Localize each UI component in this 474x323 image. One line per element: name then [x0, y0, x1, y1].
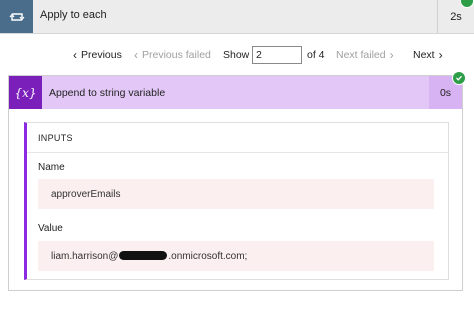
value-prefix-text: liam.harrison@	[51, 251, 119, 262]
show-label: Show	[223, 49, 250, 61]
iteration-number-input[interactable]	[252, 46, 302, 64]
previous-failed-label: Previous failed	[142, 49, 211, 61]
apply-to-each-title: Apply to each	[40, 9, 107, 21]
success-check-icon	[452, 71, 466, 85]
value-field-value: liam.harrison@ .onmicrosoft.com;	[38, 241, 434, 271]
iteration-pager: ‹ Previous ‹ Previous failed Show of 4 N…	[0, 45, 474, 67]
next-label: Next	[413, 49, 435, 61]
redaction-mark	[119, 251, 168, 260]
name-field-label: Name	[38, 162, 65, 173]
action-title: Append to string variable	[49, 87, 166, 99]
chevron-left-icon: ‹	[73, 48, 77, 62]
loop-icon	[0, 0, 33, 33]
inputs-heading: INPUTS	[38, 133, 73, 143]
value-field-label: Value	[38, 223, 63, 234]
chevron-right-icon: ›	[438, 48, 443, 62]
previous-failed-button[interactable]: ‹ Previous failed	[134, 49, 211, 61]
next-button[interactable]: Next ›	[413, 49, 443, 61]
iteration-total: of 4	[307, 49, 325, 61]
value-suffix-text: .onmicrosoft.com;	[168, 251, 248, 262]
name-value-text: approverEmails	[51, 189, 121, 200]
chevron-left-icon: ‹	[134, 48, 138, 62]
inputs-panel: INPUTS Name approverEmails Value liam.ha…	[24, 122, 449, 280]
name-field-value: approverEmails	[38, 179, 434, 209]
variable-icon: {x}	[9, 76, 42, 109]
previous-label: Previous	[81, 49, 122, 61]
apply-to-each-header[interactable]: Apply to each 2s	[0, 0, 474, 34]
next-failed-button[interactable]: Next failed ›	[336, 49, 394, 61]
action-card-header[interactable]: {x} Append to string variable 0s	[9, 76, 462, 109]
previous-button[interactable]: ‹ Previous	[73, 49, 122, 61]
next-failed-label: Next failed	[336, 49, 386, 61]
inputs-divider	[27, 152, 449, 153]
chevron-right-icon: ›	[389, 48, 394, 62]
